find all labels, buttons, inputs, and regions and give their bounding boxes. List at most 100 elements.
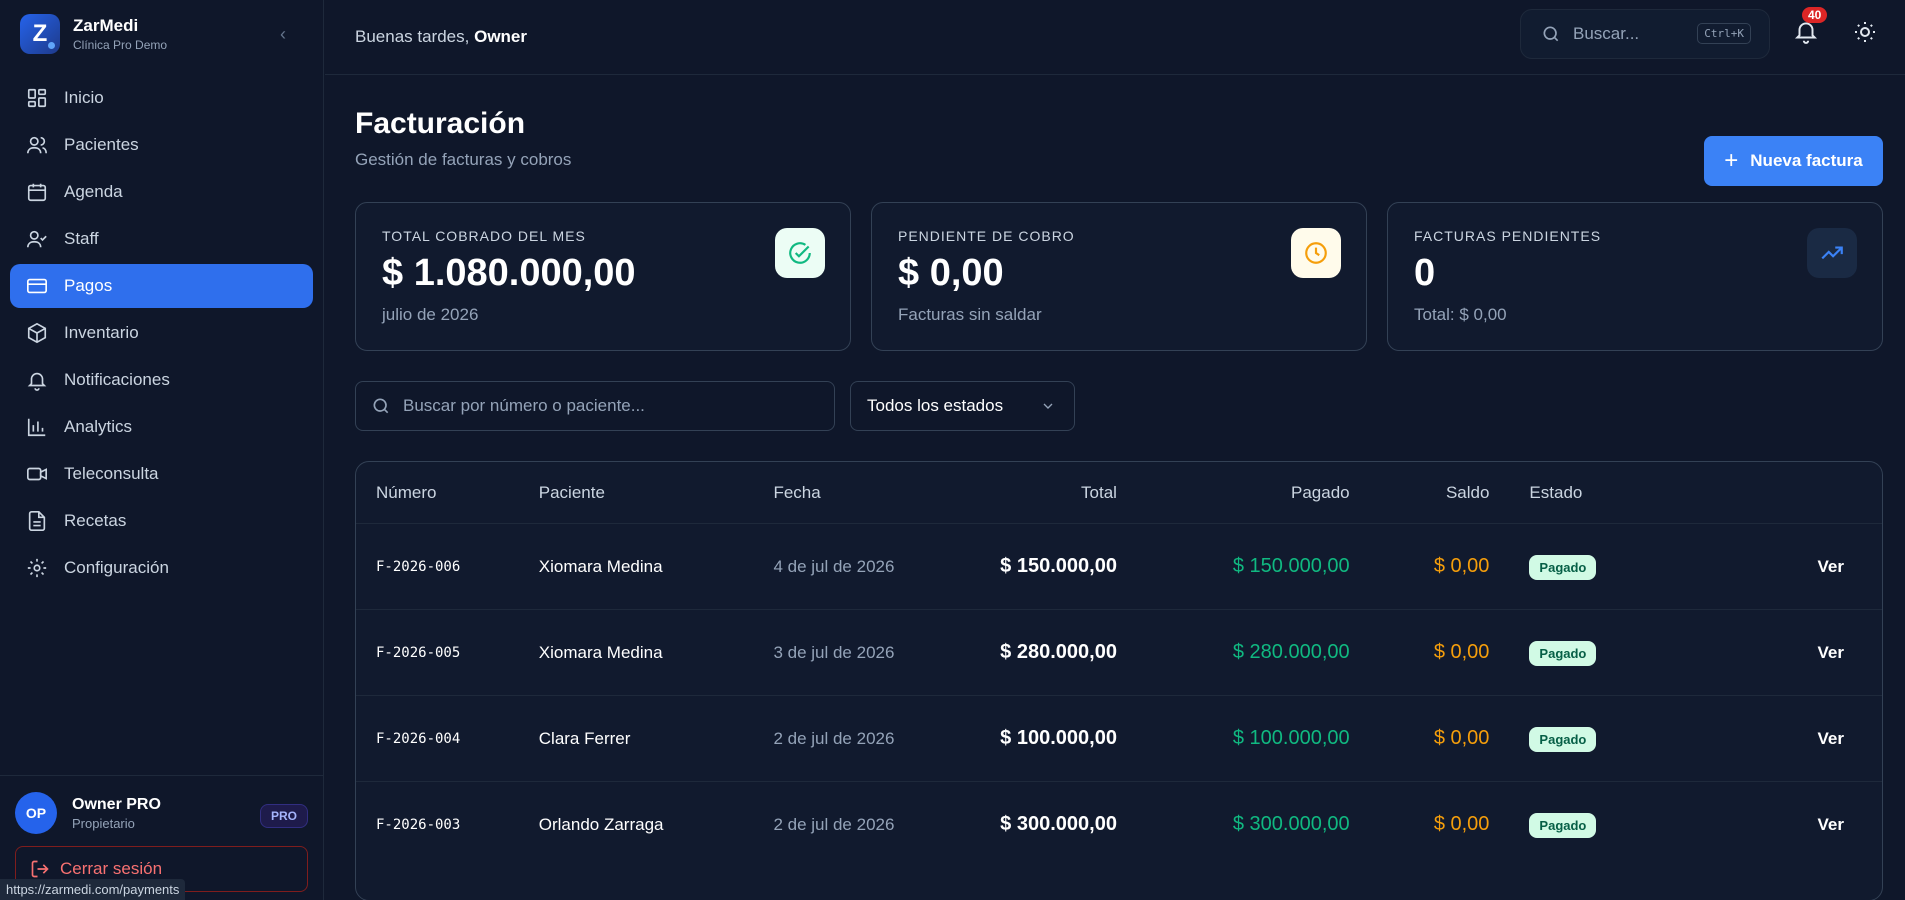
sidebar-item-label: Pagos bbox=[64, 276, 113, 295]
invoice-date: 2 de jul de 2026 bbox=[773, 814, 895, 834]
chevron-left-icon[interactable]: ‹ bbox=[280, 24, 286, 45]
status-badge: Pagado bbox=[1529, 640, 1597, 666]
invoice-date: 4 de jul de 2026 bbox=[773, 556, 895, 576]
table-row[interactable]: F-2026-004 Clara Ferrer 2 de jul de 2026… bbox=[356, 695, 1882, 781]
avatar: OP bbox=[15, 792, 57, 834]
plus-icon: + bbox=[1724, 147, 1739, 174]
brand[interactable]: Z ZarMedi Clínica Pro Demo bbox=[0, 0, 323, 68]
check-circle-icon bbox=[775, 228, 825, 278]
column-header-numero[interactable]: Número bbox=[356, 483, 539, 503]
column-header-total[interactable]: Total bbox=[953, 483, 1117, 503]
invoice-balance: $ 0,00 bbox=[1433, 813, 1490, 835]
status-filter-value: Todos los estados bbox=[867, 396, 1004, 415]
view-invoice-link[interactable]: Ver bbox=[1647, 815, 1882, 835]
status-filter-select[interactable]: Todos los estados bbox=[850, 381, 1075, 431]
column-header-estado[interactable]: Estado bbox=[1489, 483, 1647, 503]
invoice-total: $ 150.000,00 bbox=[1000, 555, 1117, 577]
stats-cards: TOTAL COBRADO DEL MES $ 1.080.000,00 jul… bbox=[355, 202, 1883, 351]
stat-value: 0 bbox=[1414, 252, 1436, 294]
sidebar-item-configuracion[interactable]: Configuración bbox=[10, 546, 313, 590]
search-icon bbox=[1543, 26, 1559, 42]
stat-value: $ 0,00 bbox=[898, 252, 1004, 294]
table-header: Número Paciente Fecha Total Pagado Saldo… bbox=[356, 462, 1882, 523]
bell-icon bbox=[27, 372, 47, 391]
sidebar-item-inicio[interactable]: Inicio bbox=[10, 76, 313, 120]
invoice-number: F-2026-004 bbox=[376, 730, 461, 747]
stat-value: $ 1.080.000,00 bbox=[382, 252, 636, 294]
stat-card-pending-invoices: FACTURAS PENDIENTES 0 Total: $ 0,00 bbox=[1387, 202, 1883, 351]
clock-icon bbox=[1291, 228, 1341, 278]
global-search[interactable]: Buscar... Ctrl+K bbox=[1520, 9, 1770, 59]
column-header-saldo[interactable]: Saldo bbox=[1350, 483, 1489, 503]
invoice-balance: $ 0,00 bbox=[1433, 641, 1490, 663]
greeting: Buenas tardes, Owner bbox=[355, 27, 527, 47]
column-header-fecha[interactable]: Fecha bbox=[773, 483, 953, 503]
main-content: Facturación Gestión de facturas y cobros… bbox=[355, 75, 1883, 900]
invoice-total: $ 100.000,00 bbox=[1000, 727, 1117, 749]
sidebar-nav: Inicio Pacientes Agenda Staff Pagos Inve… bbox=[0, 76, 323, 590]
new-invoice-label: Nueva factura bbox=[1750, 151, 1863, 170]
sidebar-item-label: Staff bbox=[64, 229, 99, 248]
invoice-number: F-2026-003 bbox=[376, 816, 461, 833]
box-icon bbox=[27, 322, 47, 344]
column-header-pagado[interactable]: Pagado bbox=[1117, 483, 1350, 503]
view-invoice-link[interactable]: Ver bbox=[1647, 643, 1882, 663]
theme-toggle[interactable] bbox=[1853, 20, 1877, 49]
invoice-paid: $ 280.000,00 bbox=[1232, 641, 1350, 663]
brand-name: ZarMedi bbox=[73, 16, 139, 35]
view-invoice-link[interactable]: Ver bbox=[1647, 557, 1882, 577]
invoice-balance: $ 0,00 bbox=[1433, 727, 1490, 749]
column-header-paciente[interactable]: Paciente bbox=[539, 483, 774, 503]
sidebar-item-label: Pacientes bbox=[64, 135, 139, 154]
user-check-icon bbox=[27, 230, 47, 248]
global-search-placeholder: Buscar... bbox=[1573, 24, 1640, 43]
patient-name: Xiomara Medina bbox=[538, 642, 663, 662]
sidebar-item-notificaciones[interactable]: Notificaciones bbox=[10, 358, 313, 402]
sidebar-item-pacientes[interactable]: Pacientes bbox=[10, 123, 313, 167]
user-name: Owner PRO bbox=[72, 795, 161, 813]
invoice-date: 2 de jul de 2026 bbox=[773, 728, 895, 748]
user-profile[interactable]: OP Owner PRO Propietario PRO bbox=[0, 776, 323, 844]
sidebar-item-recetas[interactable]: Recetas bbox=[10, 499, 313, 543]
table-row[interactable]: F-2026-005 Xiomara Medina 3 de jul de 20… bbox=[356, 609, 1882, 695]
table-row[interactable]: F-2026-006 Xiomara Medina 4 de jul de 20… bbox=[356, 523, 1882, 609]
search-icon bbox=[373, 398, 389, 414]
topbar: Buenas tardes, Owner Buscar... Ctrl+K 40 bbox=[325, 0, 1905, 75]
sidebar-item-pagos[interactable]: Pagos bbox=[10, 264, 313, 308]
invoice-search-input[interactable]: Buscar por número o paciente... bbox=[355, 381, 835, 431]
sidebar-item-agenda[interactable]: Agenda bbox=[10, 170, 313, 214]
sidebar-item-analytics[interactable]: Analytics bbox=[10, 405, 313, 449]
gear-icon bbox=[27, 558, 47, 578]
grid-icon bbox=[27, 88, 47, 108]
sidebar-item-label: Analytics bbox=[64, 417, 133, 436]
sidebar-item-inventario[interactable]: Inventario bbox=[10, 311, 313, 355]
sidebar-item-label: Recetas bbox=[64, 511, 127, 530]
sidebar-item-staff[interactable]: Staff bbox=[10, 217, 313, 261]
stat-note: Facturas sin saldar bbox=[898, 305, 1042, 324]
invoice-number: F-2026-006 bbox=[376, 558, 461, 575]
status-badge: Pagado bbox=[1529, 726, 1597, 752]
users-icon bbox=[27, 136, 47, 154]
invoice-date: 3 de jul de 2026 bbox=[773, 642, 895, 662]
new-invoice-button[interactable]: + Nueva factura bbox=[1704, 136, 1883, 186]
invoice-search-placeholder: Buscar por número o paciente... bbox=[403, 396, 645, 415]
stat-note: julio de 2026 bbox=[382, 305, 479, 324]
sidebar: Z ZarMedi Clínica Pro Demo ‹ Inicio Paci… bbox=[0, 0, 324, 900]
greeting-name: Owner bbox=[474, 27, 527, 46]
stat-label: FACTURAS PENDIENTES bbox=[1414, 228, 1602, 244]
invoice-paid: $ 100.000,00 bbox=[1232, 727, 1350, 749]
logout-label: Cerrar sesión bbox=[60, 859, 163, 878]
table-row[interactable]: F-2026-003 Orlando Zarraga 2 de jul de 2… bbox=[356, 781, 1882, 867]
chevron-down-icon bbox=[1043, 403, 1053, 409]
invoice-paid: $ 150.000,00 bbox=[1232, 555, 1350, 577]
sidebar-item-label: Teleconsulta bbox=[64, 464, 159, 483]
stat-card-pending-amount: PENDIENTE DE COBRO $ 0,00 Facturas sin s… bbox=[871, 202, 1367, 351]
trending-up-icon bbox=[1807, 228, 1857, 278]
status-url-tooltip: https://zarmedi.com/payments bbox=[0, 879, 186, 900]
greeting-text: Buenas tardes, bbox=[355, 27, 470, 46]
sidebar-item-teleconsulta[interactable]: Teleconsulta bbox=[10, 452, 313, 496]
notification-count-badge: 40 bbox=[1802, 7, 1828, 23]
sidebar-item-label: Inicio bbox=[64, 88, 104, 107]
view-invoice-link[interactable]: Ver bbox=[1647, 729, 1882, 749]
invoice-balance: $ 0,00 bbox=[1433, 555, 1490, 577]
